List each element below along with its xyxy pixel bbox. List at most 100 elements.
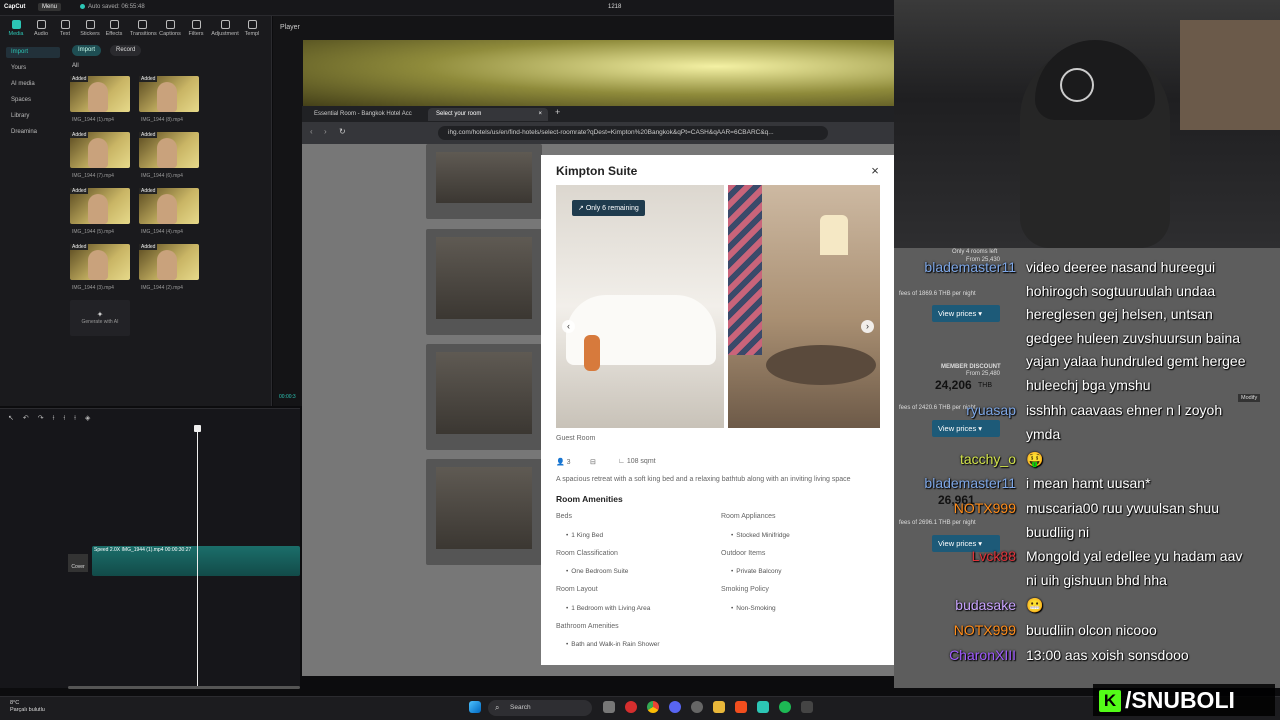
player-timecode: 00:00:3: [279, 394, 296, 400]
tool-audio[interactable]: Audio: [29, 20, 53, 37]
new-tab-icon[interactable]: +: [555, 107, 560, 117]
close-tab-icon[interactable]: ×: [538, 111, 542, 117]
import-button[interactable]: Import: [72, 45, 102, 56]
browser-tab-active[interactable]: Select your room ×: [428, 108, 548, 121]
media-icon: [11, 20, 21, 29]
tool-captions[interactable]: Captions: [158, 20, 182, 37]
fees-info: fees of 1869.6 THB per night: [899, 291, 976, 297]
chat-message: 13:00 aas xoish sonsdooo: [1026, 647, 1189, 663]
browser-tab[interactable]: Essential Room - Bangkok Hotel Acc: [306, 108, 422, 121]
media-clip[interactable]: Added: [70, 244, 130, 280]
record-button[interactable]: Record: [110, 45, 142, 56]
opera-icon[interactable]: [625, 701, 637, 713]
bed-icon: ⊟: [590, 459, 596, 466]
room-card[interactable]: [426, 459, 542, 565]
tool-text[interactable]: Text: [53, 20, 77, 37]
clip-name: IMG_1944 (2).mp4: [141, 285, 183, 291]
side-library[interactable]: Library: [6, 111, 60, 122]
back-icon[interactable]: ‹: [310, 127, 313, 136]
room-description: A spacious retreat with a soft king bed …: [556, 476, 851, 483]
chat-message: buudliin olcon nicooo: [1026, 622, 1157, 638]
start-icon[interactable]: [469, 701, 481, 713]
app-icon[interactable]: [801, 701, 813, 713]
tool-templates[interactable]: Templ: [240, 20, 264, 37]
audio-icon: [36, 20, 46, 29]
timeline-tools[interactable]: ↖↶↷⟊⟊⟊◈: [8, 414, 99, 423]
chat-username: ryuasap: [966, 402, 1016, 418]
close-icon[interactable]: ×: [868, 163, 882, 178]
reload-icon[interactable]: ↻: [339, 127, 346, 136]
filter-all[interactable]: All: [72, 63, 79, 69]
media-clip[interactable]: Added: [139, 188, 199, 224]
folder-icon[interactable]: [713, 701, 725, 713]
room-card[interactable]: [426, 144, 542, 219]
next-image-button[interactable]: ›: [861, 320, 874, 333]
obs-icon[interactable]: [691, 701, 703, 713]
amenity-item: Stocked Minifridge: [731, 532, 789, 539]
media-clip[interactable]: Added: [139, 244, 199, 280]
chat-username: Lvck88: [971, 548, 1016, 564]
timeline-scrollbar[interactable]: [68, 686, 300, 689]
spotify-icon[interactable]: [779, 701, 791, 713]
capcut-icon[interactable]: [757, 701, 769, 713]
member-discount: MEMBER DISCOUNT: [941, 364, 1001, 370]
forward-icon[interactable]: ›: [324, 127, 327, 136]
side-yours[interactable]: Yours: [6, 63, 60, 74]
view-prices-button[interactable]: View prices ▾: [932, 305, 1000, 322]
side-dreamina[interactable]: Dreamina: [6, 127, 60, 138]
media-clip[interactable]: Added: [70, 76, 130, 112]
amenity-item: Bath and Walk-in Rain Shower: [566, 641, 659, 648]
tool-adjustment[interactable]: Adjustment: [210, 20, 240, 37]
player-video[interactable]: [303, 40, 894, 106]
room-card[interactable]: [426, 229, 542, 335]
task-view-icon[interactable]: [603, 701, 615, 713]
generate-ai-button[interactable]: ✦ Generate with AI: [70, 300, 130, 336]
price-from: From 25,480: [966, 371, 1001, 377]
guests-info: 👤 3: [556, 459, 571, 466]
effects-icon: [109, 20, 119, 29]
chat-username: NOTX999: [953, 500, 1016, 516]
playhead[interactable]: [197, 428, 198, 688]
side-import[interactable]: Import: [6, 47, 60, 58]
autosave-status: Auto saved: 06:55:48: [80, 4, 145, 10]
view-prices-button[interactable]: View prices ▾: [932, 420, 1000, 437]
channel-brand: K/SNUBOLI: [1093, 684, 1275, 716]
cover-button[interactable]: Cover: [68, 554, 88, 572]
media-clip[interactable]: Added: [70, 188, 130, 224]
brave-icon[interactable]: [735, 701, 747, 713]
tool-effects[interactable]: Effects: [102, 20, 126, 37]
chat-message: i mean hamt uusan*: [1026, 475, 1151, 491]
amenity-category: Room Appliances: [721, 513, 776, 520]
clip-name: IMG_1944 (5).mp4: [72, 229, 114, 235]
menu-button[interactable]: Menu: [38, 3, 62, 11]
modal-title: Kimpton Suite: [556, 164, 638, 178]
tool-transitions[interactable]: Transitions: [130, 20, 157, 37]
weather-widget[interactable]: 8°C Parçalı bulutlu: [10, 700, 45, 714]
sticker-icon: [85, 20, 95, 29]
text-icon: [60, 20, 70, 29]
amenity-category: Room Layout: [556, 586, 598, 593]
rooms-left: Only 4 rooms left: [952, 249, 998, 255]
discord-icon[interactable]: [669, 701, 681, 713]
side-spaces[interactable]: Spaces: [6, 95, 60, 106]
room-photo-bathroom[interactable]: [556, 185, 724, 428]
chat-username: CharonXIII: [949, 647, 1016, 663]
chrome-icon[interactable]: [647, 701, 659, 713]
prev-image-button[interactable]: ‹: [562, 320, 575, 333]
tool-filters[interactable]: Filters: [184, 20, 208, 37]
media-clip[interactable]: Added: [139, 132, 199, 168]
media-clip[interactable]: Added: [139, 76, 199, 112]
media-clip[interactable]: Added: [70, 132, 130, 168]
taskbar-search[interactable]: ⌕ Search: [488, 700, 592, 716]
chat-message: video deeree nasand hureegui hohirogch so…: [1026, 259, 1246, 393]
chat-username: blademaster11: [924, 259, 1016, 275]
room-card[interactable]: [426, 344, 542, 450]
address-bar[interactable]: ihg.com/hotels/us/en/find-hotels/select-…: [438, 126, 828, 140]
side-ai-media[interactable]: AI media: [6, 79, 60, 90]
amenity-item: Private Balcony: [731, 568, 781, 575]
playhead-handle[interactable]: [194, 425, 201, 432]
room-photo-living[interactable]: [728, 185, 880, 428]
tool-stickers[interactable]: Stickers: [78, 20, 102, 37]
tool-media[interactable]: Media: [4, 20, 28, 37]
amenity-category: Outdoor Items: [721, 550, 766, 557]
